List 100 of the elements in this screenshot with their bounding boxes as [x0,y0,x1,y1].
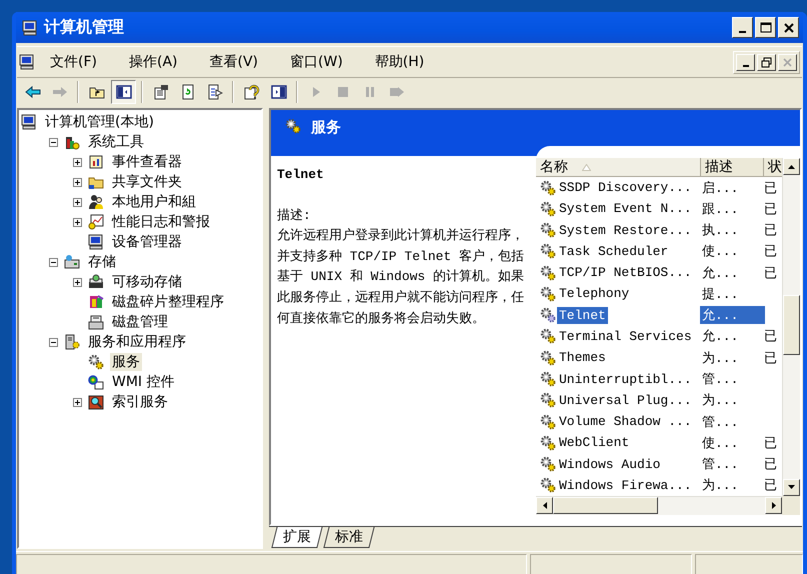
event-viewer-icon [88,154,104,170]
expand-box[interactable] [72,218,82,226]
scroll-right-button[interactable] [765,496,782,514]
tree-item[interactable]: 存储 [86,253,118,271]
tree-item[interactable]: 事件查看器 [110,153,184,171]
service-name[interactable]: Themes [557,349,608,366]
service-name[interactable]: System Restore... [557,222,694,239]
scrollbar-corner [782,496,800,515]
right-arrow-icon [772,502,776,509]
tree-item[interactable]: 磁盘管理 [110,313,170,331]
service-description: 管... [701,414,740,431]
scroll-down-button[interactable] [783,478,800,496]
up-arrow-icon [788,164,795,168]
storage-icon [64,254,80,270]
expand-box[interactable] [72,178,82,186]
gears-icon [540,264,556,281]
tree-item[interactable]: 索引服务 [110,393,170,411]
minimize-button[interactable] [736,54,755,70]
view-tab[interactable]: 标准 [323,527,375,548]
computer-icon [21,114,37,130]
service-description: 允... [701,264,740,282]
refresh-icon [180,84,196,100]
export-icon [206,84,222,100]
pane-title: 服务 [311,118,341,136]
service-name[interactable]: Windows Audio [557,456,662,473]
tree-item[interactable]: 服务和应用程序 [86,333,188,351]
sort-ascending-icon [582,164,591,170]
minimize-icon [742,64,748,66]
tree-item[interactable]: 系统工具 [86,133,146,151]
service-name[interactable]: Uninterruptibl... [557,370,694,388]
service-description: 使... [701,434,740,452]
column-header[interactable]: 名称 [536,158,701,177]
forward-arrow-icon [52,84,68,100]
scroll-thumb[interactable] [783,295,800,355]
tree-item[interactable]: 本地用户和組 [110,193,198,211]
tree-item[interactable]: 性能日志和警报 [110,213,212,231]
gears-icon [540,414,556,430]
menu-item[interactable]: 窗口(W) [281,51,352,73]
scroll-left-button[interactable] [536,496,553,514]
users-icon [88,194,104,210]
left-arrow-icon [542,502,546,509]
tree-item[interactable]: 磁盘碎片整理程序 [110,293,226,311]
gears-icon [540,200,556,217]
gears-icon [540,477,556,494]
service-name[interactable]: Windows Firewa... [557,476,694,494]
column-header[interactable]: 描述 [701,158,764,177]
tree-item[interactable]: 可移动存储 [110,273,184,291]
gears-icon [540,243,556,260]
service-name[interactable]: TCP/IP NetBIOS... [557,264,694,282]
service-name[interactable]: Telnet [557,306,608,324]
expand-box[interactable] [48,258,58,266]
expand-box[interactable] [72,278,82,286]
service-name[interactable]: Task Scheduler [557,242,670,260]
gears-icon [540,350,556,366]
expand-box[interactable] [48,338,58,346]
service-status: 已 [764,200,778,218]
expand-box[interactable] [72,398,82,406]
service-name[interactable]: WebClient [557,434,632,452]
scroll-up-button[interactable] [783,158,800,175]
service-description: 管... [701,371,740,388]
tree-item[interactable]: 设备管理器 [110,233,184,251]
maximize-button[interactable] [755,17,776,38]
service-status: 已 [764,243,778,260]
disk-icon [88,314,104,330]
column-header[interactable]: 状 [764,158,782,177]
horizontal-scrollbar[interactable] [536,496,782,515]
service-name[interactable]: System Event N... [557,200,694,218]
restore-icon [761,56,772,68]
description-text: 允许远程用户登录到此计算机并运行程序，并支持多种 TCP/IP Telnet 客户，包括基于 UNIX 和 Windows 的计算机。如果此服务停止，远程用户就不能访问程序，任何直接依靠它的服务将会启动失败。 [277,228,524,326]
view-tab[interactable]: 扩展 [271,527,323,548]
service-description: 使... [701,243,740,260]
menu-item[interactable]: 文件(F) [41,51,106,73]
menu-item[interactable]: 帮助(H) [366,51,434,73]
expand-box[interactable] [72,198,82,206]
menu-item[interactable]: 操作(A) [120,51,186,73]
menu-item[interactable]: 查看(V) [200,51,268,73]
expand-box[interactable] [48,138,58,146]
expand-box[interactable] [72,158,82,166]
tree-item[interactable]: WMI 控件 [110,373,177,391]
help-icon [244,84,260,100]
tree-item[interactable]: 服务 [110,353,142,371]
tree-item[interactable]: 共享文件夹 [110,173,184,191]
gears-icon [540,371,556,388]
restore-button[interactable] [757,54,776,70]
drive-icon [88,274,104,290]
restart-icon [388,84,404,100]
minimize-button[interactable] [732,17,753,38]
service-name[interactable]: SSDP Discovery... [557,179,694,196]
document-icon [152,84,168,100]
service-description: 执... [701,222,740,240]
service-name[interactable]: Universal Plug... [557,392,694,409]
service-name[interactable]: Terminal Services [557,328,694,345]
scroll-thumb[interactable] [553,496,658,514]
service-name[interactable]: Telephony [557,285,632,302]
service-name[interactable]: Volume Shadow ... [557,413,694,430]
window-title: 计算机管理 [44,17,125,38]
close-button[interactable] [778,17,799,38]
toolbar-button[interactable] [111,80,136,104]
vertical-scrollbar[interactable] [782,158,800,496]
tree-item[interactable]: 计算机管理(本地) [43,113,156,131]
